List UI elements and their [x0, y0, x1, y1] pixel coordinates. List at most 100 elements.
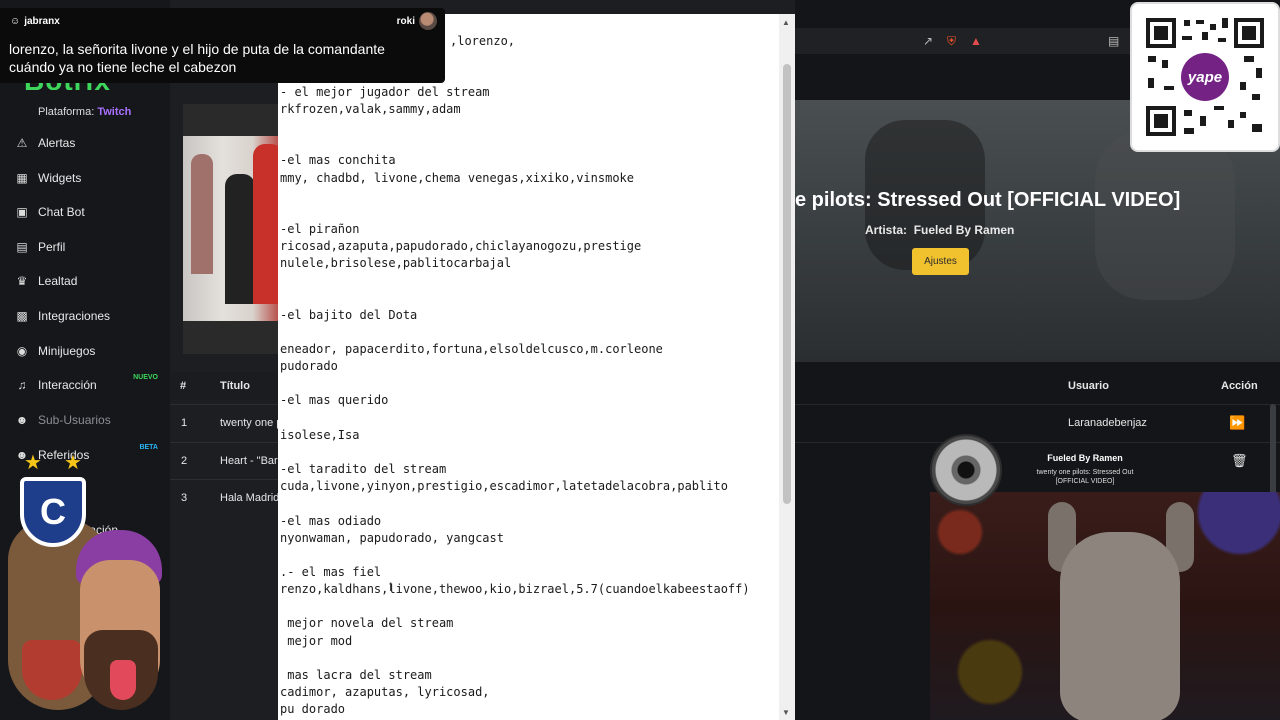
- text-line: - el mejor jugador del stream: [280, 85, 490, 99]
- platform-label: Plataforma:: [38, 106, 95, 118]
- sender-avatar: [419, 12, 437, 30]
- trash-icon[interactable]: 🗑: [1231, 443, 1248, 478]
- sidebar-item-label: Integraciones: [38, 309, 111, 323]
- notepad-scrollbar[interactable]: ▲ ▼: [779, 14, 795, 720]
- now-playing-artist: Fueled By Ramen: [1047, 453, 1123, 463]
- tongue: [110, 660, 136, 700]
- sidebar-item-lealtad[interactable]: ♛ Lealtad: [14, 270, 164, 292]
- text-line: renzo,kaldhans,livone,thewoo,kio,bizrael…: [280, 582, 750, 596]
- text-line: pudorado: [280, 359, 338, 373]
- warning-icon: ⚠: [16, 136, 28, 150]
- user-icon: ☺: [10, 16, 21, 27]
- rewards-icon[interactable]: ▲: [970, 34, 982, 48]
- sidebar-item-label: Chat Bot: [38, 205, 85, 219]
- text-line: ,lorenzo,: [450, 34, 516, 48]
- puzzle-icon: ▩: [16, 309, 28, 323]
- yape-logo: yape: [1187, 69, 1222, 86]
- sidebar-item-label: Interacción: [38, 378, 97, 392]
- text-line: isolese,Isa: [280, 428, 360, 442]
- text-line: eneador, papacerdito,fortuna,elsoldelcus…: [280, 342, 663, 356]
- scroll-down-icon[interactable]: ▼: [782, 708, 790, 717]
- text-line: pu dorado: [280, 702, 346, 716]
- browser-toolbar: ↗ ⛨ ▲ ▤: [795, 28, 1130, 54]
- gamepad-icon: ◉: [16, 344, 28, 358]
- artist-label: Artista:: [865, 223, 908, 237]
- row-number: 3: [181, 491, 188, 504]
- chat-sender-name: roki: [396, 16, 415, 27]
- club-shield-logo: C: [20, 477, 86, 547]
- platform-value: Twitch: [97, 106, 132, 118]
- sidebar-item-minijuegos[interactable]: ◉ Minijuegos: [14, 340, 164, 362]
- row-title: Hala Madrid: [220, 491, 280, 504]
- row-title: twenty one pi: [220, 416, 285, 429]
- reader-mode-icon[interactable]: ▤: [1108, 34, 1119, 48]
- sidebar-item-sub-usuarios[interactable]: ☻ Sub-Usuarios: [14, 409, 164, 431]
- sidebar-item-integraciones[interactable]: ▩ Integraciones: [14, 305, 164, 327]
- trophy-icon: ♛: [16, 274, 28, 288]
- donkey-mouth: [22, 640, 82, 700]
- webcam-feed: [930, 492, 1280, 720]
- sidebar-item-perfil[interactable]: ▤ Perfil: [14, 236, 164, 258]
- text-line: mejor novela del stream: [280, 616, 454, 630]
- column-title: Título: [220, 380, 250, 392]
- video-thumbnail: [183, 104, 283, 354]
- album-art: [930, 434, 1002, 506]
- text-line: nulele,brisolese,pablitocarbajal: [280, 256, 512, 270]
- skip-forward-icon[interactable]: ⏩: [1229, 405, 1245, 440]
- platform-indicator: Plataforma: Twitch: [38, 106, 131, 118]
- text-line: cadimor, azaputas, lyricosad,: [280, 685, 490, 699]
- text-line: mejor mod: [280, 634, 353, 648]
- sidebar-item-alertas[interactable]: ⚠ Alertas: [14, 132, 164, 154]
- sidebar-item-label: Minijuegos: [38, 344, 96, 358]
- text-line: ricosad,azaputa,papudorado,chiclayanogoz…: [280, 239, 642, 253]
- text-line: -el mas conchita: [280, 153, 396, 167]
- star-icon: ★: [64, 452, 82, 474]
- text-line: cuda,livone,yinyon,prestigio,escadimor,l…: [280, 479, 728, 493]
- column-action: Acción: [1221, 380, 1258, 392]
- settings-button[interactable]: Ajustes: [912, 248, 969, 275]
- new-badge: NUEVO: [133, 374, 158, 381]
- text-line: -el mas odiado: [280, 514, 382, 528]
- artist-name: Fueled By Ramen: [913, 223, 1015, 237]
- text-line: .- el mas fiel: [280, 565, 382, 579]
- text-line: -el mas querido: [280, 393, 389, 407]
- column-number: #: [180, 380, 187, 392]
- row-number: 1: [181, 416, 188, 429]
- share-icon[interactable]: ↗: [923, 34, 933, 48]
- scrollbar-thumb[interactable]: [783, 64, 791, 504]
- text-cursor-icon: I: [389, 580, 393, 594]
- qr-code-image: yape: [1144, 16, 1266, 138]
- text-line: rkfrozen,valak,sammy,adam: [280, 102, 461, 116]
- row-title: Heart - "Barr: [220, 454, 282, 467]
- sidebar-item-label: Lealtad: [38, 274, 78, 288]
- sidebar-item-label: Widgets: [38, 171, 82, 185]
- notepad-editor[interactable]: ,lorenzo, - el mejor jugador del stream …: [278, 14, 795, 720]
- row-user: Laranadebenjaz: [1068, 416, 1147, 429]
- sidebar-item-widgets[interactable]: ▦ Widgets: [14, 167, 164, 189]
- text-line: mas lacra del stream: [280, 668, 432, 682]
- table-row[interactable]: Laranadebenjaz ⏩: [795, 404, 1280, 440]
- id-card-icon: ▤: [16, 240, 28, 254]
- scrollbar[interactable]: [1270, 404, 1276, 494]
- chat-viewer: ☺ jabranx: [10, 16, 60, 27]
- qr-code: yape: [1130, 2, 1280, 152]
- grid-icon: ▦: [16, 171, 28, 185]
- text-line: -el bajito del Dota: [280, 308, 418, 322]
- now-playing-song: twenty one pilots: Stressed Out [OFFICIA…: [1036, 469, 1134, 485]
- chat-overlay: ☺ jabranx roki lorenzo, la señorita livo…: [0, 8, 445, 83]
- sidebar-item-interaccion[interactable]: ♫ Interacción NUEVO: [14, 374, 164, 396]
- sidebar-item-chat-bot[interactable]: ▣ Chat Bot: [14, 201, 164, 223]
- music-icon: ♫: [17, 378, 27, 392]
- sidebar-item-label: Perfil: [38, 240, 66, 254]
- text-line: nyonwaman, papudorado, yangcast: [280, 531, 504, 545]
- text-line: mmy, chadbd, livone,chema venegas,xixiko…: [280, 171, 635, 185]
- star-icon: ★: [24, 452, 42, 474]
- scroll-up-icon[interactable]: ▲: [782, 18, 790, 27]
- song-title: e pilots: Stressed Out [OFFICIAL VIDEO]: [795, 189, 1181, 211]
- sidebar-item-label: Alertas: [38, 136, 76, 150]
- chat-viewer-name: jabranx: [24, 16, 60, 27]
- column-user: Usuario: [1068, 380, 1109, 392]
- artist-line: Artista: Fueled By Ramen: [865, 223, 1014, 237]
- text-line: -el taradito del stream: [280, 462, 447, 476]
- brave-shield-icon[interactable]: ⛨: [947, 34, 956, 49]
